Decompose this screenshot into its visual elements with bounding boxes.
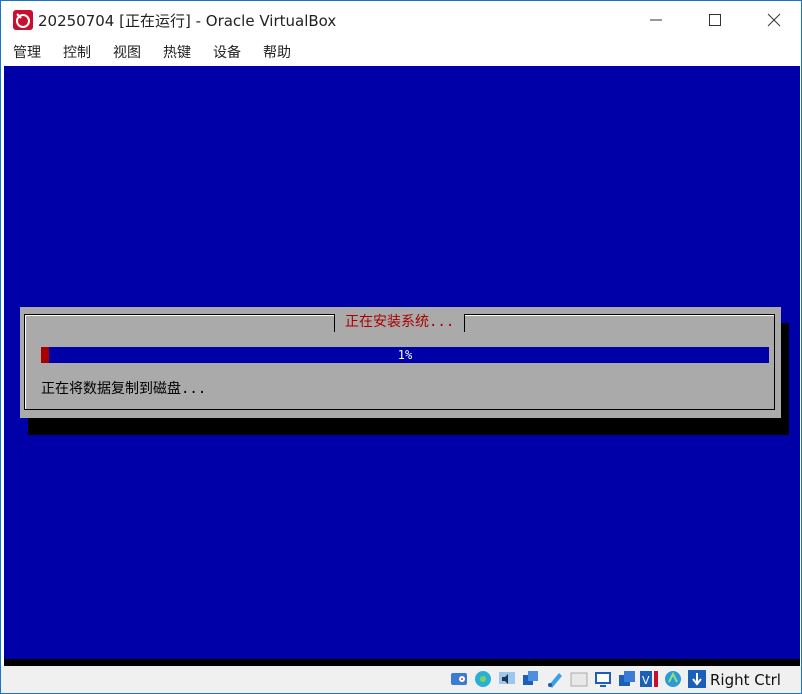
menu-help[interactable]: 帮助: [263, 42, 291, 62]
minimize-button[interactable]: [627, 1, 685, 38]
window-title: 20250704 [正在运行] - Oracle VirtualBox: [38, 12, 337, 30]
mouse-integration-icon[interactable]: [663, 669, 683, 689]
menu-view[interactable]: 视图: [113, 42, 141, 62]
install-dialog: 正在安装系统... 1% 正在将数据复制到磁盘...: [20, 307, 781, 418]
hard-disk-icon[interactable]: [449, 669, 469, 689]
menu-bar: 管理 控制 视图 热键 设备 帮助: [1, 38, 801, 66]
audio-icon[interactable]: [497, 669, 517, 689]
menu-control[interactable]: 控制: [63, 42, 91, 62]
optical-drive-icon[interactable]: [473, 669, 493, 689]
progress-label: 1%: [397, 348, 413, 362]
display-icon[interactable]: [593, 669, 613, 689]
menu-manage[interactable]: 管理: [13, 42, 41, 62]
minimize-icon: [650, 19, 662, 20]
close-button[interactable]: [745, 1, 802, 38]
host-key-label: Right Ctrl: [710, 671, 781, 689]
svg-text:V: V: [642, 674, 650, 687]
close-icon: [767, 13, 781, 26]
dialog-frame: 正在安装系统... 1% 正在将数据复制到磁盘...: [24, 314, 775, 410]
virtualization-icon[interactable]: V: [639, 669, 659, 689]
virtualbox-app-icon: [13, 10, 33, 30]
network-icon[interactable]: [521, 669, 541, 689]
keyboard-icon[interactable]: [687, 669, 707, 689]
maximize-button[interactable]: [686, 1, 744, 38]
video-capture-icon[interactable]: [617, 669, 637, 689]
install-message: 正在将数据复制到磁盘...: [41, 381, 207, 397]
vm-display[interactable]: 正在安装系统... 1% 正在将数据复制到磁盘...: [4, 66, 800, 659]
vm-status-strip: [4, 659, 800, 666]
dialog-title: 正在安装系统...: [334, 314, 466, 332]
virtualbox-window: 20250704 [正在运行] - Oracle VirtualBox 管理 控…: [0, 0, 802, 694]
usb-icon[interactable]: [545, 669, 565, 689]
title-bar[interactable]: 20250704 [正在运行] - Oracle VirtualBox: [1, 1, 801, 38]
maximize-icon: [709, 13, 721, 26]
progress-bar: 1%: [41, 347, 769, 363]
menu-hotkeys[interactable]: 热键: [163, 42, 191, 62]
status-bar: V Right Ctrl: [1, 666, 801, 693]
menu-devices[interactable]: 设备: [213, 42, 241, 62]
shared-folders-icon[interactable]: [569, 669, 589, 689]
